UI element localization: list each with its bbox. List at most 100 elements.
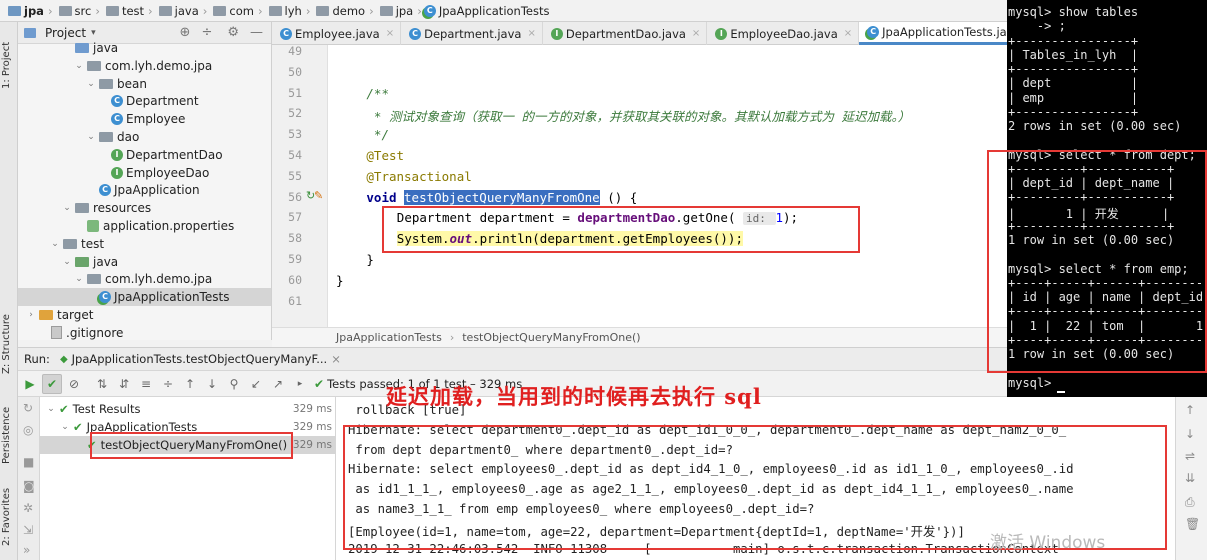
print-icon[interactable]: ⎙ — [1185, 495, 1195, 510]
editor-tab[interactable]: I DepartmentDao.java × — [543, 22, 708, 45]
tree-item-label: Department — [126, 94, 199, 109]
run-config-tab[interactable]: JpaApplicationTests.testObjectQueryManyF… — [72, 352, 328, 366]
breadcrumb-item[interactable]: C JpaApplicationTests — [423, 4, 549, 18]
chevron-down-icon[interactable]: ⌄ — [62, 203, 72, 213]
project-panel-title[interactable]: Project — [45, 26, 86, 40]
breadcrumb-item[interactable]: test › — [102, 4, 155, 18]
search-icon[interactable]: ⚲ — [224, 374, 244, 394]
rerun-icon[interactable]: ▶ — [20, 374, 40, 394]
breadcrumb-item[interactable]: jpa › — [376, 4, 424, 18]
tree-item[interactable]: ⌄ com.lyh.demo.jpa — [18, 270, 271, 288]
project-tool-tab[interactable]: 1: Project — [1, 30, 17, 100]
previous-failed-icon[interactable]: ↑ — [180, 374, 200, 394]
chevron-down-icon[interactable]: ⌄ — [86, 79, 96, 89]
activation-watermark: 激活 Windows — [990, 533, 1106, 553]
tree-item[interactable]: ⌄ bean — [18, 75, 271, 93]
rerun-failed-icon[interactable]: ↻ — [23, 401, 33, 415]
export-tests-icon[interactable]: ↗ — [268, 374, 288, 394]
close-icon[interactable]: × — [527, 28, 535, 39]
tree-item-label: JpaApplication — [114, 183, 200, 198]
chevron-down-icon[interactable]: ⌄ — [60, 422, 70, 432]
tree-item[interactable]: application.properties — [18, 217, 271, 235]
editor-tab[interactable]: C Department.java × — [401, 22, 543, 45]
editor-tab[interactable]: C Employee.java × — [272, 22, 402, 45]
soft-wrap-icon[interactable]: ⇌ — [1185, 449, 1195, 463]
show-ignored-icon[interactable]: ⊘ — [64, 374, 84, 394]
chevron-right-icon[interactable]: › — [26, 310, 36, 320]
tree-item[interactable]: .gitignore — [18, 324, 271, 340]
chevron-down-icon[interactable]: ⌄ — [86, 132, 96, 142]
breadcrumb-label: src — [74, 3, 92, 18]
package-icon — [99, 78, 113, 89]
import-tests-icon[interactable]: ↙ — [246, 374, 266, 394]
tree-item[interactable]: C JpaApplicationTests — [18, 288, 271, 307]
tree-item[interactable]: ⌄ java — [18, 253, 271, 271]
tree-item[interactable]: ⌄ test — [18, 235, 271, 253]
scroll-down-icon[interactable]: ↓ — [1185, 427, 1195, 441]
gear-icon[interactable]: ⚙ — [227, 25, 239, 40]
locate-icon[interactable]: ⊕ — [180, 25, 191, 40]
camera-icon[interactable]: ◙ — [23, 479, 35, 493]
breadcrumb-item[interactable]: lyh › — [265, 4, 313, 18]
structure-tool-tab[interactable]: Z: Structure — [1, 304, 17, 384]
scroll-to-end-icon[interactable]: ⇊ — [1185, 471, 1195, 485]
tree-item[interactable]: ⌄ com.lyh.demo.jpa — [18, 57, 271, 75]
collapse-icon[interactable]: ÷ — [201, 25, 212, 40]
collapse-all-icon[interactable]: ÷ — [158, 374, 178, 394]
editor-breadcrumb-class[interactable]: JpaApplicationTests — [336, 331, 442, 344]
tree-item[interactable]: C Employee — [18, 110, 271, 128]
restore-layout-icon[interactable]: ⇲ — [23, 523, 33, 537]
tree-item-label: .gitignore — [66, 325, 124, 340]
tree-item[interactable]: java — [18, 39, 271, 57]
toggle-auto-test-icon[interactable]: ◎ — [23, 423, 33, 437]
chevron-down-icon[interactable]: ▾ — [91, 28, 96, 38]
sort-duration-icon[interactable]: ⇵ — [114, 374, 134, 394]
tree-item[interactable]: ⌄ dao — [18, 128, 271, 146]
hide-icon[interactable]: — — [250, 25, 263, 40]
editor-breadcrumb-method[interactable]: testObjectQueryManyFromOne() — [462, 331, 640, 344]
tree-item[interactable]: I DepartmentDao — [18, 146, 271, 164]
editor-tab[interactable]: I EmployeeDao.java × — [707, 22, 860, 45]
chevron-right-icon: › — [95, 3, 100, 18]
chevron-right-icon: › — [148, 3, 153, 18]
chevron-down-icon[interactable]: ⌄ — [74, 61, 84, 71]
show-passed-icon[interactable]: ✔ — [42, 373, 62, 394]
line-number: 53 — [288, 127, 302, 142]
close-icon[interactable]: × — [844, 28, 852, 39]
breadcrumb-item[interactable]: java › — [155, 4, 210, 18]
expand-icon[interactable]: » — [23, 543, 30, 557]
sort-alpha-icon[interactable]: ⇅ — [92, 374, 112, 394]
close-icon[interactable]: × — [386, 28, 394, 39]
breadcrumb-label: test — [121, 3, 145, 18]
tree-item[interactable]: ⌄ resources — [18, 199, 271, 217]
chevron-down-icon[interactable]: ⌄ — [74, 274, 84, 284]
expand-all-icon[interactable]: ≡ — [136, 374, 156, 394]
close-icon[interactable]: × — [692, 28, 700, 39]
tree-item[interactable]: I EmployeeDao — [18, 164, 271, 182]
tree-item[interactable]: › target — [18, 306, 271, 324]
chevron-down-icon[interactable]: ▸ — [290, 374, 310, 394]
settings-icon[interactable]: ✲ — [23, 501, 33, 515]
next-failed-icon[interactable]: ↓ — [202, 374, 222, 394]
breadcrumb-item[interactable]: src › — [55, 4, 102, 18]
persistence-tool-tab[interactable]: Persistence — [1, 400, 17, 470]
breadcrumb-item[interactable]: demo › — [312, 4, 375, 18]
breadcrumb-item[interactable]: com › — [209, 4, 264, 18]
scroll-up-icon[interactable]: ↑ — [1185, 403, 1195, 417]
chevron-down-icon[interactable]: ⌄ — [62, 257, 72, 267]
test-tree-item[interactable]: ⌄ ✔ Test Results 329 ms — [40, 400, 336, 418]
chevron-down-icon[interactable]: ⌄ — [50, 239, 60, 249]
tree-item[interactable]: C Department — [18, 92, 271, 110]
annotation-box-test — [90, 432, 293, 459]
tree-item-label: resources — [93, 201, 152, 216]
folder-icon — [316, 5, 330, 16]
trash-icon[interactable]: 🗑 — [1185, 517, 1200, 531]
close-icon[interactable]: × — [331, 352, 341, 366]
stop-icon[interactable]: ■ — [23, 455, 34, 469]
favorites-tool-tab[interactable]: 2: Favorites — [1, 477, 17, 557]
breadcrumb-item[interactable]: jpa › — [4, 4, 55, 18]
chevron-down-icon[interactable]: ⌄ — [46, 404, 56, 414]
code-editor[interactable]: /** * 测试对象查询（获取一 的一方的对象，并获取其关联的对象。其默认加载方… — [328, 45, 1007, 327]
code-line: } — [336, 273, 344, 288]
tree-item[interactable]: C JpaApplication — [18, 181, 271, 199]
